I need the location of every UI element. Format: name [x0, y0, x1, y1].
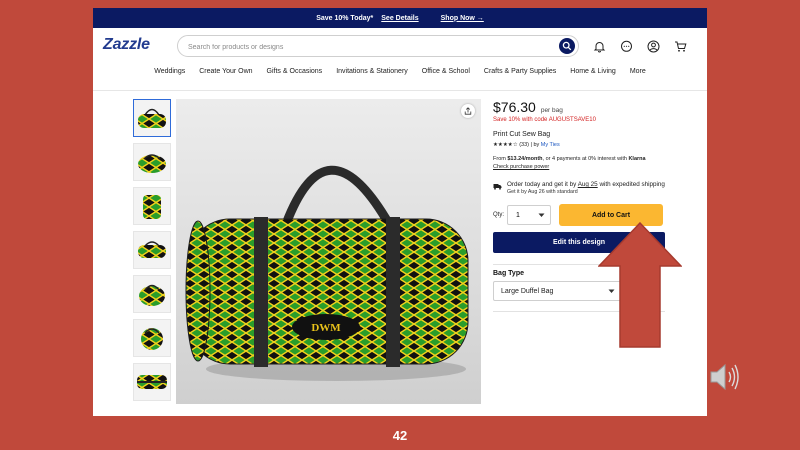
cart-icon[interactable] [672, 38, 688, 54]
nav-item-office-school[interactable]: Office & School [422, 68, 470, 82]
speaker-icon[interactable] [708, 362, 742, 392]
shipping-info: Order today and get it by Aug 25 with ex… [493, 181, 668, 195]
thumbnail-2[interactable] [133, 143, 171, 181]
by-text: | by [530, 142, 540, 148]
thumbnail-6[interactable] [133, 319, 171, 357]
ship-prefix: Order today and get it by [507, 181, 577, 188]
see-details-link[interactable]: See Details [381, 15, 418, 22]
nav-item-gifts-occasions[interactable]: Gifts & Occasions [267, 68, 323, 82]
zazzle-logo[interactable]: Zazzle [103, 36, 150, 54]
rating-row: ★★★★☆ (33) | by My Ties [493, 142, 668, 148]
standard-shipping-text: Get it by Aug 26 with standard [507, 189, 578, 195]
search-bar [177, 35, 579, 57]
pay-amount: $13.24/month [507, 156, 543, 162]
thumbnail-strip [133, 99, 171, 407]
pay-rest: , or 4 payments at 0% interest with [542, 156, 627, 162]
nav-item-home-living[interactable]: Home & Living [570, 68, 616, 82]
thumbnail-5[interactable] [133, 275, 171, 313]
search-button[interactable] [559, 38, 575, 54]
qty-label: Qty: [493, 212, 505, 218]
main-product-image: DWM [176, 99, 481, 404]
bag-type-value: Large Duffel Bag [501, 287, 554, 295]
klarna-logo: Klarna [628, 156, 646, 162]
pay-from: From [493, 156, 506, 162]
nav-item-weddings[interactable]: Weddings [154, 68, 185, 82]
check-purchase-power-link[interactable]: Check purchase power [493, 164, 549, 170]
product-title: Print Cut Sew Bag [493, 131, 551, 138]
thumbnail-1[interactable] [133, 99, 171, 137]
shop-now-link[interactable]: Shop Now → [441, 15, 484, 22]
slide-page-number: 42 [392, 428, 408, 443]
product-price: $76.30 [493, 99, 536, 115]
thumbnail-3[interactable] [133, 187, 171, 225]
nav-item-more[interactable]: More [630, 68, 646, 82]
monogram-text: DWM [311, 322, 341, 334]
ship-suffix: with expedited shipping [599, 181, 665, 188]
rating-count[interactable]: (33) [519, 142, 529, 148]
nav-divider [93, 90, 707, 91]
search-input[interactable] [186, 39, 550, 55]
seller-link[interactable]: My Ties [541, 142, 560, 148]
header-icons [591, 38, 688, 54]
rating-stars[interactable]: ★★★★☆ [493, 142, 518, 148]
promo-code-text: Save 10% with code AUGUSTSAVE10 [493, 117, 596, 123]
bell-icon[interactable] [591, 38, 607, 54]
qty-value: 1 [516, 211, 520, 219]
search-icon [562, 41, 572, 51]
nav-item-create-your-own[interactable]: Create Your Own [199, 68, 252, 82]
chat-icon[interactable] [618, 38, 634, 54]
chevron-down-icon [538, 213, 545, 217]
account-icon[interactable] [645, 38, 661, 54]
share-button[interactable] [461, 104, 475, 118]
share-icon [464, 107, 472, 115]
truck-icon [493, 184, 502, 190]
price-row: $76.30 per bag [493, 99, 668, 115]
duffel-bag-image: DWM [185, 165, 469, 381]
nav-item-crafts-party[interactable]: Crafts & Party Supplies [484, 68, 556, 82]
nav-item-invitations-stationery[interactable]: Invitations & Stationery [336, 68, 408, 82]
price-unit: per bag [540, 107, 563, 114]
thumbnail-7[interactable] [133, 363, 171, 401]
payment-info: From $13.24/month, or 4 payments at 0% i… [493, 155, 668, 171]
thumbnail-4[interactable] [133, 231, 171, 269]
quantity-select[interactable]: 1 [507, 205, 551, 225]
site-header: Zazzle [93, 28, 707, 64]
zazzle-product-page: Save 10% Today* See Details Shop Now → Z… [93, 8, 707, 416]
ship-date-link[interactable]: Aug 25 [578, 181, 598, 188]
category-nav: Weddings Create Your Own Gifts & Occasio… [93, 68, 707, 82]
promo-bar: Save 10% Today* See Details Shop Now → [93, 8, 707, 28]
promo-text: Save 10% Today* [316, 14, 374, 22]
up-arrow-annotation [598, 222, 682, 348]
